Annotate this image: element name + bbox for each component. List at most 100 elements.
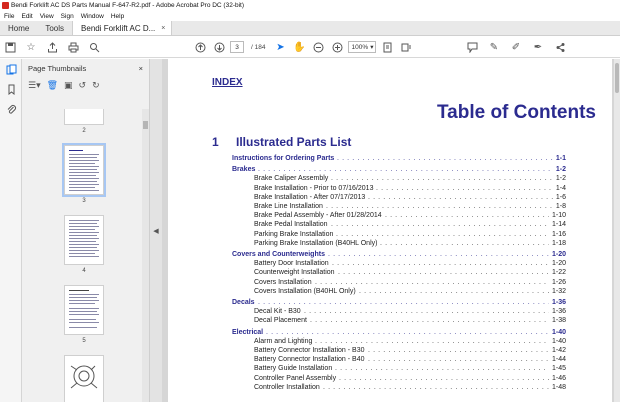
chevron-left-icon[interactable]: ◀ — [153, 227, 158, 235]
toc-entry-row[interactable]: Alarm and Lighting 1-40. . . . . . . . . … — [168, 337, 612, 346]
toc-heading-row[interactable]: Instructions for Ordering Parts 1-1. . . … — [168, 154, 612, 163]
tab-home[interactable]: Home — [0, 21, 37, 35]
zoom-out-icon[interactable] — [310, 39, 326, 55]
toc-entry-label: Brake Pedal Installation — [254, 221, 328, 229]
menu-help[interactable]: Help — [111, 13, 124, 20]
toc-entry-row[interactable]: Controller Installation 1-48. . . . . . .… — [168, 383, 612, 392]
toc-entry-page: 1-2 — [555, 175, 566, 183]
toc-entry-row[interactable]: Decal Placement 1-38. . . . . . . . . . .… — [168, 316, 612, 325]
select-cursor-icon[interactable]: ➤ — [272, 39, 288, 55]
tab-tools-label: Tools — [45, 23, 65, 33]
upload-icon[interactable] — [44, 39, 60, 55]
toc-entry-row[interactable]: Decal Kit - B30 1-36. . . . . . . . . . .… — [168, 307, 612, 316]
toc-entry-row[interactable]: Covers Installation 1-26. . . . . . . . .… — [168, 278, 612, 287]
main-toolbar: ☆ 3 / 184 ➤ ✋ 100% ▾ ✎ ✐ ✒ — [0, 36, 620, 58]
toc-entry-page: 1-10 — [551, 212, 566, 220]
thumbnail-page-6[interactable] — [64, 355, 104, 402]
toc-entry-row[interactable]: Brake Caliper Assembly 1-2. . . . . . . .… — [168, 174, 612, 183]
toc-entry-row[interactable]: Brake Line Installation 1-8. . . . . . . … — [168, 202, 612, 211]
toc-entry-page: 1-38 — [551, 317, 566, 325]
save-icon[interactable] — [2, 39, 18, 55]
rotate-right-icon[interactable]: ↻ — [92, 80, 100, 91]
toc-entry-label: Battery Connector Installation - B40 — [254, 356, 365, 364]
draw-icon[interactable]: ✐ — [508, 39, 524, 55]
thumbnail-options-icon[interactable]: ☰▾ — [28, 80, 41, 91]
thumbnail-page-4[interactable] — [64, 215, 104, 265]
toc-entry-row[interactable]: Brake Pedal Installation 1-14. . . . . . … — [168, 220, 612, 229]
share-icon[interactable] — [552, 39, 568, 55]
toc-entry-label: Covers Installation — [254, 278, 312, 286]
thumbnail-page-2[interactable] — [64, 109, 104, 125]
thumbnail-page-5[interactable] — [64, 285, 104, 335]
toc-entry-row[interactable]: Battery Guide Installation 1-45. . . . . … — [168, 364, 612, 373]
toc-entry-label: Parking Brake Installation — [254, 230, 334, 238]
comment-icon[interactable] — [464, 39, 480, 55]
document-scrollbar[interactable] — [614, 59, 620, 402]
attachments-icon[interactable] — [0, 99, 22, 119]
zoom-level-select[interactable]: 100% ▾ — [348, 41, 377, 53]
toc-heading-row[interactable]: Brakes 1-2. . . . . . . . . . . . . . . .… — [168, 165, 612, 174]
toc-entry-row[interactable]: Counterweight Installation 1-22. . . . . … — [168, 268, 612, 277]
toc-heading-row[interactable]: Covers and Counterweights 1-20. . . . . .… — [168, 250, 612, 259]
thumbnail-page-3[interactable] — [62, 143, 106, 197]
page-number-input[interactable]: 3 — [230, 41, 244, 53]
rotate-left-icon[interactable]: ↺ — [79, 80, 87, 91]
menu-sign[interactable]: Sign — [61, 13, 74, 20]
toc-entry-label: Brake Line Installation — [254, 203, 323, 210]
hand-tool-icon[interactable]: ✋ — [291, 39, 307, 55]
toc-entry-row[interactable]: Covers Installation (B40HL Only) 1-32. . … — [168, 287, 612, 296]
tab-document[interactable]: Bendi Forklift AC D... × — [72, 21, 173, 35]
toc-entry-row[interactable]: Controller Panel Assembly 1-46. . . . . .… — [168, 374, 612, 383]
insert-page-icon[interactable]: ▣ — [64, 80, 73, 91]
toc-entry-page: 1-14 — [551, 221, 566, 229]
toc-dot-leader: . . . . . . . . . . . . . . . . . . . . … — [326, 203, 553, 210]
page-layout-icon[interactable] — [398, 39, 414, 55]
diagram-thumbnail-icon — [70, 365, 98, 389]
bookmarks-icon[interactable] — [0, 79, 22, 99]
bookmark-star-icon[interactable]: ☆ — [23, 39, 39, 55]
toc-entry-label: Brake Caliper Assembly — [254, 175, 329, 183]
toc-entry-row[interactable]: Brake Pedal Assembly - After 01/28/2014 1… — [168, 211, 612, 220]
toc-dot-leader: . . . . . . . . . . . . . . . . . . . . … — [266, 328, 549, 336]
toc-entry-label: Brake Installation - After 07/17/2013 — [254, 193, 366, 201]
page-thumbnails-icon[interactable] — [0, 59, 22, 79]
previous-page-icon[interactable] — [192, 39, 208, 55]
fit-page-icon[interactable] — [379, 39, 395, 55]
toc-heading-row[interactable]: Electrical 1-40. . . . . . . . . . . . . … — [168, 328, 612, 337]
toc-entry-row[interactable]: Brake Installation - After 07/17/2013 1-6… — [168, 193, 612, 202]
toc-dot-leader: . . . . . . . . . . . . . . . . . . . . … — [315, 278, 549, 286]
menu-view[interactable]: View — [40, 13, 54, 20]
menu-window[interactable]: Window — [81, 13, 104, 20]
thumbnail-label-5: 5 — [82, 338, 86, 344]
toc-entry-label: Covers and Counterweights — [232, 251, 325, 258]
zoom-in-icon[interactable] — [329, 39, 345, 55]
menu-file[interactable]: File — [4, 13, 14, 20]
close-panel-icon[interactable]: × — [139, 64, 143, 73]
thumbnail-scrollbar[interactable] — [142, 109, 149, 402]
next-page-icon[interactable] — [211, 39, 227, 55]
tab-tools[interactable]: Tools — [37, 21, 72, 35]
toc-heading-row[interactable]: Decals 1-36. . . . . . . . . . . . . . . … — [168, 298, 612, 307]
highlight-pen-icon[interactable]: ✎ — [486, 39, 502, 55]
toc-entry-row[interactable]: Battery Connector Installation - B30 1-42… — [168, 346, 612, 355]
toc-entry-row[interactable]: Battery Connector Installation - B40 1-44… — [168, 355, 612, 364]
toc-entry-page: 1-44 — [551, 356, 566, 364]
document-scroll-knob[interactable] — [615, 63, 619, 93]
left-navigation-rail — [0, 59, 22, 402]
toc-entry-page: 1-36 — [551, 299, 566, 306]
print-icon[interactable] — [65, 39, 81, 55]
thumbnail-toolbar: ☰▾ 🗑 ▣ ↺ ↻ — [22, 77, 149, 93]
toc-entry-row[interactable]: Brake Installation - Prior to 07/16/2013… — [168, 184, 612, 193]
toc-entry-row[interactable]: Battery Door Installation 1-20. . . . . .… — [168, 259, 612, 268]
search-icon[interactable] — [86, 39, 102, 55]
menu-edit[interactable]: Edit — [21, 13, 32, 20]
close-tab-icon[interactable]: × — [161, 25, 165, 32]
thumbnail-label-4: 4 — [82, 268, 86, 274]
panel-collapse-handle[interactable]: ◀ — [150, 59, 162, 402]
toc-entry-row[interactable]: Parking Brake Installation (B40HL Only) 1… — [168, 239, 612, 248]
delete-page-icon[interactable]: 🗑 — [47, 80, 58, 91]
index-link[interactable]: INDEX — [212, 77, 243, 88]
toc-entry-row[interactable]: Parking Brake Installation 1-16. . . . . … — [168, 230, 612, 239]
thumbnail-scroll-knob[interactable] — [143, 121, 148, 129]
sign-icon[interactable]: ✒ — [530, 39, 546, 55]
